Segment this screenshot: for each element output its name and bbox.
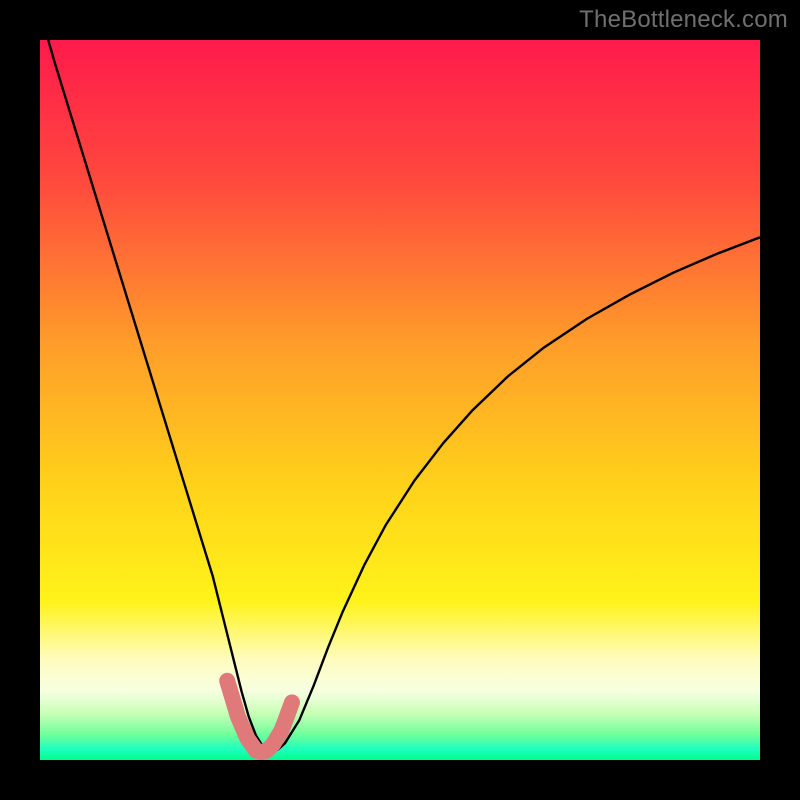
watermark-text: TheBottleneck.com bbox=[579, 6, 788, 34]
plot-area bbox=[40, 40, 760, 760]
chart-frame: TheBottleneck.com bbox=[0, 0, 800, 800]
plot-svg bbox=[40, 40, 760, 760]
gradient-background bbox=[40, 40, 760, 760]
